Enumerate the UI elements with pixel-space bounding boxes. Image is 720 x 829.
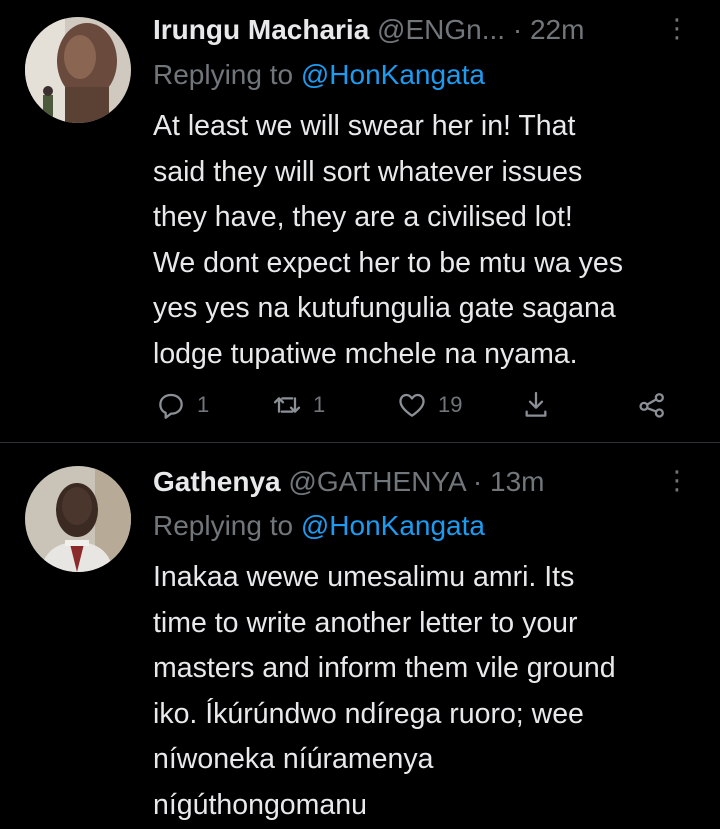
timestamp[interactable]: 13m bbox=[490, 466, 544, 497]
more-vertical-icon[interactable]: ⋮ bbox=[664, 11, 690, 49]
tweet-text-line: they have, they are a civilised lot! bbox=[153, 201, 573, 233]
author-handle[interactable]: @ENGn... bbox=[377, 14, 505, 45]
replying-prefix: Replying to bbox=[153, 510, 294, 541]
reply-count: 1 bbox=[197, 392, 210, 417]
replying-to: Replying to @HonKangata bbox=[153, 56, 485, 94]
tweet[interactable]: Gathenya @GATHENYA · 13m ⋮ Replying to @… bbox=[0, 444, 720, 829]
reply-icon bbox=[159, 393, 183, 419]
tweet-feed: Irungu Macharia @ENGn... · 22m ⋮ Replyin… bbox=[0, 0, 720, 829]
share-button[interactable] bbox=[520, 385, 552, 425]
tweet[interactable]: Irungu Macharia @ENGn... · 22m ⋮ Replyin… bbox=[0, 0, 720, 443]
retweet-count: 1 bbox=[313, 392, 326, 417]
tweet-text-line: said they will sort whatever issues bbox=[153, 155, 583, 188]
tweet-divider bbox=[0, 442, 720, 443]
tweet-text-line: time to write another letter to your bbox=[153, 606, 578, 639]
more-vertical-icon[interactable]: ⋮ bbox=[664, 463, 690, 501]
replying-prefix: Replying to bbox=[153, 59, 294, 90]
retweet-button[interactable]: 1 bbox=[271, 385, 325, 425]
separator-dot: · bbox=[472, 466, 483, 497]
avatar-image bbox=[25, 466, 131, 572]
share-link-button[interactable] bbox=[636, 385, 668, 425]
tweet-text: At least we will swear her in! That said… bbox=[153, 104, 708, 377]
avatar-image bbox=[25, 17, 131, 123]
tweet-text-line: níwoneka níúramenya bbox=[153, 743, 434, 775]
author-name[interactable]: Gathenya bbox=[153, 466, 281, 497]
share-download-icon bbox=[525, 391, 547, 417]
mention-link[interactable]: @HonKangata bbox=[301, 59, 485, 90]
tweet-text-line: At least we will swear her in! That bbox=[153, 110, 576, 142]
author-name[interactable]: Irungu Macharia bbox=[153, 14, 369, 45]
tweet-header: Irungu Macharia @ENGn... · 22m ⋮ bbox=[153, 11, 690, 49]
reply-button[interactable]: 1 bbox=[155, 385, 209, 425]
heart-icon bbox=[399, 393, 425, 417]
avatar[interactable] bbox=[25, 466, 131, 572]
mention-link[interactable]: @HonKangata bbox=[301, 510, 485, 541]
tweet-text-line: Inakaa wewe umesalimu amri. Its bbox=[153, 561, 575, 593]
like-button[interactable]: 19 bbox=[396, 385, 462, 425]
action-bar: 1 1 19 bbox=[153, 385, 683, 425]
tweet-text-line: yes yes na kutufungulia gate sagana bbox=[153, 292, 616, 324]
tweet-text-line: iko. Íkúrúndwo ndírega ruoro; wee bbox=[153, 697, 584, 730]
tweet-text-line: masters and inform them vile ground bbox=[153, 652, 616, 684]
replying-to: Replying to @HonKangata bbox=[153, 507, 485, 545]
author-handle[interactable]: @GATHENYA bbox=[288, 466, 465, 497]
like-count: 19 bbox=[438, 392, 463, 417]
tweet-header: Gathenya @GATHENYA · 13m ⋮ bbox=[153, 463, 690, 501]
tweet-text: Inakaa wewe umesalimu amri. Its time to … bbox=[153, 555, 708, 828]
share-nodes-icon bbox=[639, 393, 664, 418]
tweet-text-line: nígúthongomanu bbox=[153, 788, 367, 821]
tweet-text-line: lodge tupatiwe mchele na nyama. bbox=[153, 337, 578, 370]
separator-dot: · bbox=[512, 14, 523, 45]
timestamp[interactable]: 22m bbox=[530, 14, 584, 45]
retweet-icon bbox=[273, 397, 301, 413]
avatar[interactable] bbox=[25, 17, 131, 123]
tweet-text-line: We dont expect her to be mtu wa yes bbox=[153, 246, 623, 279]
